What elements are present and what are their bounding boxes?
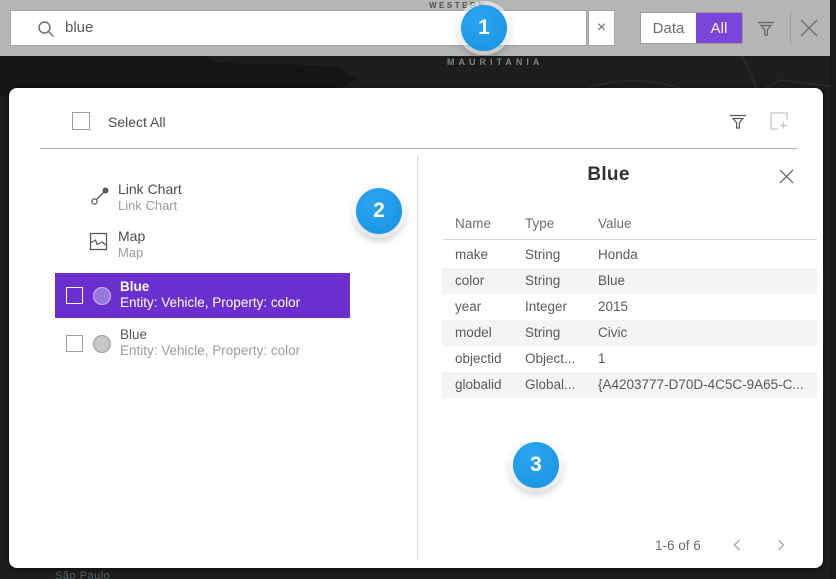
- search-mode-toggle: Data All: [640, 12, 743, 44]
- panel-header-divider: [40, 148, 797, 149]
- table-row: make String Honda: [442, 242, 817, 268]
- detail-title: Blue: [417, 164, 800, 186]
- annotation-badge-2: 2: [356, 188, 402, 234]
- entity-circle-icon: [93, 335, 111, 353]
- mode-option-all[interactable]: All: [696, 13, 742, 43]
- close-icon[interactable]: [797, 16, 821, 40]
- cell-name: model: [455, 320, 492, 346]
- search-clear-button[interactable]: ×: [588, 10, 615, 46]
- result-link-chart-title[interactable]: Link Chart: [118, 181, 182, 197]
- cell-value: 1: [598, 346, 606, 372]
- result-title: Blue: [120, 279, 149, 294]
- detail-close-icon[interactable]: [778, 168, 795, 185]
- result-blue-selected-row[interactable]: Blue Entity: Vehicle, Property: color: [55, 273, 350, 318]
- result-map-subtitle: Map: [118, 245, 143, 260]
- add-to-selection-icon[interactable]: [769, 111, 789, 131]
- table-row: model String Civic: [442, 320, 817, 346]
- table-row: color String Blue: [442, 268, 817, 294]
- cell-name: globalid: [455, 372, 502, 398]
- search-results-panel: Select All Link Chart Link Chart Map Map…: [9, 88, 823, 568]
- select-all-label: Select All: [108, 114, 166, 130]
- select-all-checkbox[interactable]: [72, 112, 90, 130]
- search-icon: [37, 20, 55, 38]
- table-row: objectid Object... 1: [442, 346, 817, 372]
- cell-type: String: [525, 320, 560, 346]
- result-checkbox[interactable]: [66, 335, 83, 352]
- cell-name: make: [455, 242, 488, 268]
- pagination-next-icon[interactable]: [775, 538, 787, 552]
- cell-type: Global...: [525, 372, 575, 398]
- table-header-divider: [443, 239, 817, 240]
- cell-type: Object...: [525, 346, 575, 372]
- mode-option-data[interactable]: Data: [641, 13, 696, 43]
- map-label-bottom-city: São Paulo: [55, 570, 110, 579]
- cell-value: {A4203777-D70D-4C5C-9A65-C...: [598, 372, 804, 398]
- cell-type: String: [525, 268, 560, 294]
- table-row: globalid Global... {A4203777-D70D-4C5C-9…: [442, 372, 817, 398]
- column-header-name: Name: [455, 216, 491, 231]
- map-label-mauritania: MAURITANIA: [447, 57, 543, 67]
- column-header-type: Type: [525, 216, 554, 231]
- table-row: year Integer 2015: [442, 294, 817, 320]
- cell-type: String: [525, 242, 560, 268]
- result-subtitle: Entity: Vehicle, Property: color: [120, 343, 300, 358]
- cell-value: Civic: [598, 320, 627, 346]
- window-right-edge: [830, 0, 836, 579]
- search-toolbar: blue × Data All: [0, 0, 830, 56]
- app-window: MAURITANIA São Paulo blue × Data All WES…: [0, 0, 836, 579]
- entity-circle-icon: [93, 287, 111, 305]
- filter-icon[interactable]: [756, 18, 776, 38]
- column-header-value: Value: [598, 216, 632, 231]
- toolbar-divider: [790, 11, 791, 45]
- map-icon: [89, 232, 108, 251]
- panel-filter-icon[interactable]: [728, 111, 748, 131]
- result-link-chart-subtitle: Link Chart: [118, 198, 177, 213]
- search-query-text: blue: [65, 11, 93, 45]
- result-subtitle: Entity: Vehicle, Property: color: [120, 295, 300, 310]
- cell-value: Honda: [598, 242, 638, 268]
- annotation-badge-3: 3: [513, 442, 559, 488]
- cell-type: Integer: [525, 294, 567, 320]
- result-checkbox[interactable]: [66, 287, 83, 304]
- result-map-title[interactable]: Map: [118, 228, 145, 244]
- cell-name: year: [455, 294, 481, 320]
- cell-name: color: [455, 268, 484, 294]
- result-blue-row[interactable]: Blue Entity: Vehicle, Property: color: [55, 322, 350, 367]
- cell-value: 2015: [598, 294, 628, 320]
- result-title: Blue: [120, 327, 147, 342]
- panel-vertical-divider: [417, 156, 418, 560]
- cell-value: Blue: [598, 268, 625, 294]
- pagination-range: 1-6 of 6: [655, 538, 701, 553]
- cell-name: objectid: [455, 346, 502, 372]
- link-chart-icon: [90, 186, 110, 206]
- pagination-prev-icon[interactable]: [731, 538, 743, 552]
- annotation-badge-1: 1: [461, 5, 507, 51]
